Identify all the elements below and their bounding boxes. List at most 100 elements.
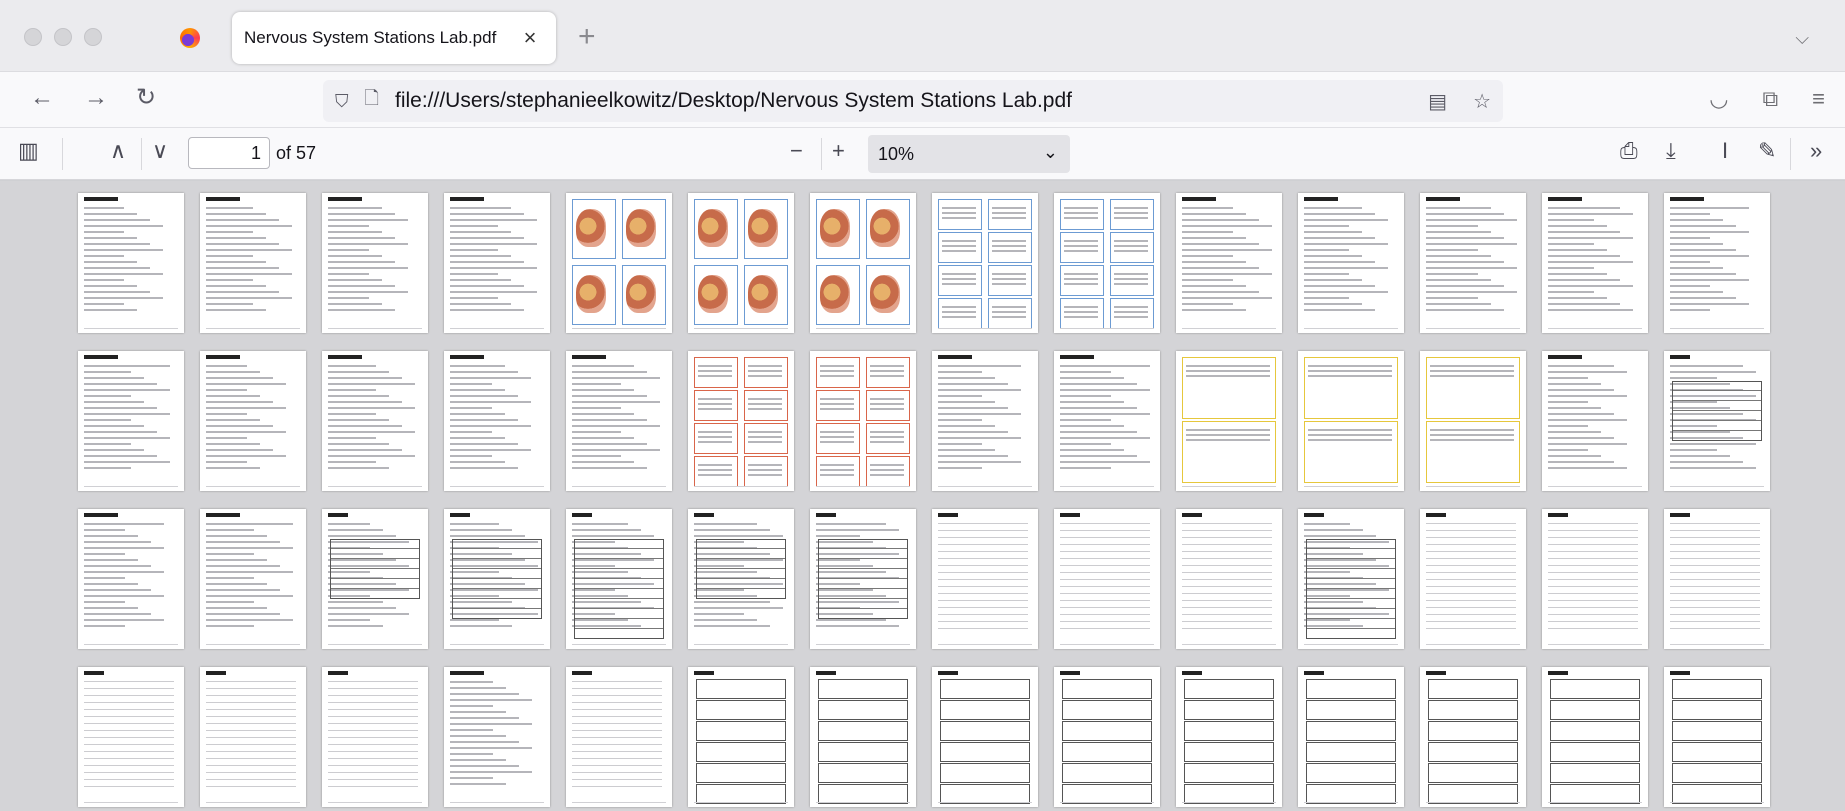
page-thumbnail[interactable] [200, 193, 306, 333]
list-all-tabs-icon[interactable]: ⌵ [1795, 28, 1809, 49]
page-thumbnail[interactable] [322, 667, 428, 807]
more-tools-icon[interactable]: » [1810, 140, 1822, 162]
text-tool-icon[interactable]: I [1722, 140, 1728, 162]
text-line [84, 559, 138, 561]
page-thumbnail[interactable] [810, 509, 916, 649]
page-thumbnail[interactable] [932, 351, 1038, 491]
page-thumbnail[interactable] [1176, 667, 1282, 807]
page-thumbnail[interactable] [322, 509, 428, 649]
page-thumbnail[interactable] [322, 193, 428, 333]
page-thumbnail[interactable] [1298, 509, 1404, 649]
page-thumbnail[interactable] [1298, 193, 1404, 333]
page-thumbnail[interactable] [1664, 509, 1770, 649]
close-tab-icon[interactable]: × [518, 25, 542, 51]
text-line [206, 383, 286, 385]
url-text[interactable]: file:///Users/stephanieelkowitz/Desktop/… [395, 89, 1428, 113]
page-thumbnail[interactable] [1542, 509, 1648, 649]
previous-page-icon[interactable]: ∧ [110, 140, 126, 162]
page-thumbnail[interactable] [810, 193, 916, 333]
page-thumbnail[interactable] [444, 509, 550, 649]
extensions-icon[interactable]: ⧉ [1762, 86, 1778, 112]
bookmark-star-icon[interactable]: ☆ [1473, 89, 1491, 114]
page-thumbnail[interactable] [688, 509, 794, 649]
page-thumbnail[interactable] [688, 667, 794, 807]
page-thumbnail[interactable] [200, 509, 306, 649]
page-thumbnail[interactable] [566, 351, 672, 491]
next-page-icon[interactable]: ∨ [152, 140, 168, 162]
text-line [450, 285, 524, 287]
page-thumbnail[interactable] [1298, 667, 1404, 807]
page-thumbnail[interactable] [1420, 193, 1526, 333]
page-thumbnail[interactable] [1664, 667, 1770, 807]
text-line [206, 589, 280, 591]
page-thumbnail[interactable] [1664, 351, 1770, 491]
page-thumbnail[interactable] [932, 509, 1038, 649]
text-line [992, 217, 1026, 219]
back-icon[interactable]: ← [30, 86, 54, 110]
page-thumbnail[interactable] [78, 193, 184, 333]
page-thumbnail[interactable] [444, 193, 550, 333]
page-thumbnail[interactable] [932, 193, 1038, 333]
text-line [938, 389, 1021, 391]
page-thumbnail[interactable] [1542, 193, 1648, 333]
page-thumbnail[interactable] [566, 667, 672, 807]
page-thumbnail[interactable] [1542, 667, 1648, 807]
zoom-window-button[interactable] [84, 28, 102, 46]
page-thumbnail[interactable] [1054, 193, 1160, 333]
reader-view-icon[interactable]: ▤ [1428, 89, 1447, 114]
text-line [328, 249, 369, 251]
page-thumbnail[interactable] [566, 509, 672, 649]
sidebar-toggle-icon[interactable]: ▥ [18, 140, 39, 162]
zoom-select[interactable]: 10% ⌄ [868, 135, 1070, 173]
page-thumbnail[interactable] [444, 667, 550, 807]
page-thumbnail[interactable] [1054, 351, 1160, 491]
app-menu-icon[interactable]: ≡ [1812, 86, 1825, 112]
shield-icon[interactable]: ⛉ [335, 91, 349, 112]
reload-icon[interactable]: ↻ [136, 86, 156, 110]
page-thumbnail[interactable] [200, 667, 306, 807]
page-thumbnail[interactable] [810, 351, 916, 491]
page-footer [1426, 486, 1520, 487]
page-thumbnail[interactable] [444, 351, 550, 491]
page-thumbnail[interactable] [1176, 351, 1282, 491]
page-thumbnail[interactable] [1054, 667, 1160, 807]
page-thumbnail[interactable] [78, 509, 184, 649]
page-thumbnail[interactable] [932, 667, 1038, 807]
save-icon[interactable]: ⤓ [1666, 140, 1676, 162]
page-thumbnail[interactable] [1176, 193, 1282, 333]
page-thumbnail[interactable] [78, 351, 184, 491]
page-thumbnail[interactable] [688, 351, 794, 491]
page-thumbnail[interactable] [1054, 509, 1160, 649]
pocket-icon[interactable]: ◡ [1709, 86, 1728, 112]
print-icon[interactable]: ⎙ [1620, 140, 1638, 162]
page-thumbnail[interactable] [1298, 351, 1404, 491]
page-thumbnail[interactable] [1176, 509, 1282, 649]
text-line [938, 383, 1008, 385]
page-thumbnail[interactable] [322, 351, 428, 491]
forward-icon[interactable]: → [84, 86, 108, 110]
page-thumbnail[interactable] [1542, 351, 1648, 491]
page-thumbnail[interactable] [810, 667, 916, 807]
text-line [450, 225, 498, 227]
page-thumbnail[interactable] [566, 193, 672, 333]
draw-tool-icon[interactable]: ✎ [1758, 140, 1776, 162]
page-number-input[interactable]: 1 [188, 137, 270, 169]
pdf-viewer[interactable] [0, 181, 1845, 811]
page-thumbnail[interactable] [78, 667, 184, 807]
firefox-view-icon[interactable] [180, 28, 200, 48]
page-thumbnail[interactable] [200, 351, 306, 491]
zoom-in-icon[interactable]: + [832, 140, 845, 162]
page-thumbnail[interactable] [1420, 351, 1526, 491]
close-window-button[interactable] [24, 28, 42, 46]
page-thumbnail[interactable] [1664, 193, 1770, 333]
zoom-out-icon[interactable]: − [790, 140, 803, 162]
minimize-window-button[interactable] [54, 28, 72, 46]
page-footer [206, 802, 300, 803]
text-line [572, 419, 647, 421]
new-tab-button[interactable]: + [578, 22, 596, 52]
page-thumbnail[interactable] [688, 193, 794, 333]
url-bar[interactable]: ⛉ 🗋 file:///Users/stephanieelkowitz/Desk… [323, 80, 1503, 122]
tab-active[interactable]: Nervous System Stations Lab.pdf × [232, 12, 556, 64]
page-thumbnail[interactable] [1420, 509, 1526, 649]
page-thumbnail[interactable] [1420, 667, 1526, 807]
